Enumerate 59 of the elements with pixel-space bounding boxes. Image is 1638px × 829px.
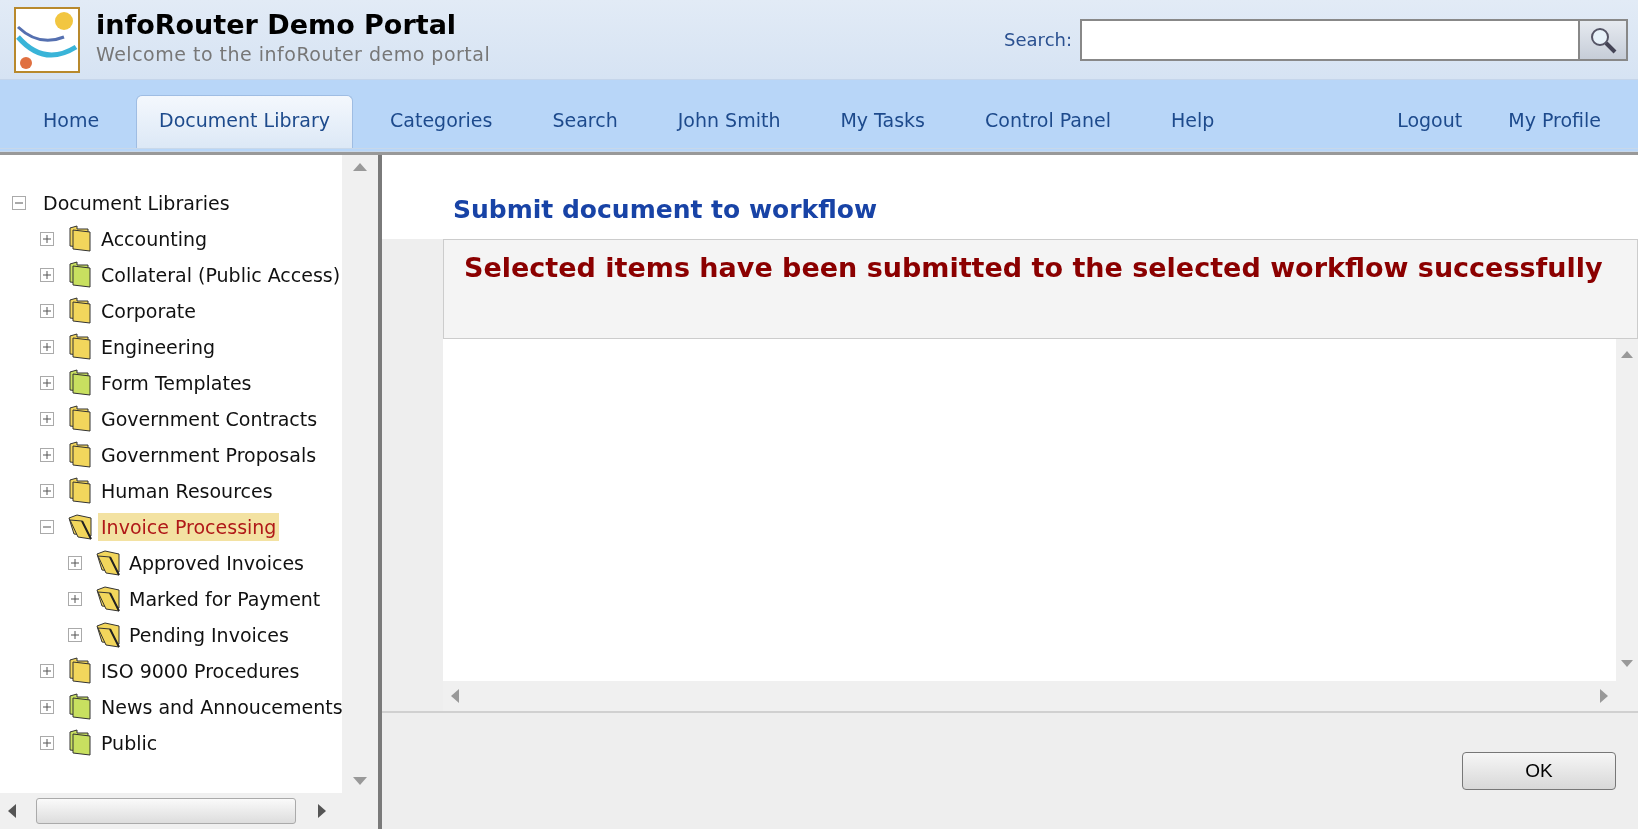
scroll-up-icon[interactable] — [353, 163, 367, 171]
nav-tab[interactable]: Categories — [367, 94, 516, 148]
portal-title: infoRouter Demo Portal — [96, 10, 458, 41]
expand-icon[interactable] — [40, 376, 54, 390]
tree-item[interactable]: Approved Invoices — [126, 548, 307, 578]
expand-icon[interactable] — [40, 412, 54, 426]
tree-item[interactable]: Accounting — [98, 224, 211, 254]
search-button[interactable] — [1578, 18, 1628, 61]
expand-icon[interactable] — [40, 736, 54, 750]
tree-item[interactable]: Marked for Payment — [126, 584, 324, 614]
expand-icon[interactable] — [40, 484, 54, 498]
tree-item[interactable]: Public — [98, 728, 161, 758]
expand-icon[interactable] — [40, 664, 54, 678]
tree-item[interactable]: Engineering — [98, 332, 218, 362]
tree-item[interactable]: Government Proposals — [98, 440, 320, 470]
page-heading: Submit document to workflow — [382, 155, 1638, 239]
expand-icon[interactable] — [68, 592, 82, 606]
ok-button[interactable]: OK — [1462, 752, 1616, 790]
expand-icon[interactable] — [40, 304, 54, 318]
portal-subtitle: Welcome to the infoRouter demo portal — [96, 42, 491, 68]
expand-icon[interactable] — [68, 556, 82, 570]
tree-item[interactable]: ISO 9000 Procedures — [98, 656, 303, 686]
success-message: Selected items have been submitted to the selected workflow successfully — [464, 250, 1604, 285]
scroll-up-icon[interactable] — [1621, 350, 1633, 358]
search-icon — [1589, 25, 1617, 54]
tree-item[interactable]: Government Contracts — [98, 404, 321, 434]
collapse-icon[interactable] — [40, 520, 54, 534]
collapse-icon[interactable] — [12, 196, 26, 210]
logo-icon — [14, 6, 80, 73]
nav-link[interactable]: Logout — [1374, 94, 1486, 148]
expand-icon[interactable] — [40, 700, 54, 714]
expand-icon[interactable] — [40, 232, 54, 246]
nav-tab[interactable]: My Tasks — [817, 94, 949, 148]
tree-item[interactable]: Document Libraries — [40, 188, 233, 218]
nav-tab[interactable]: John Smith — [654, 94, 804, 148]
nav-tab[interactable]: Help — [1148, 94, 1238, 148]
tree-item[interactable]: News and Annoucements — [98, 692, 342, 722]
expand-icon[interactable] — [40, 268, 54, 282]
tree-item[interactable]: Pending Invoices — [126, 620, 292, 650]
tree-item[interactable]: Form Templates — [98, 368, 255, 398]
nav-tab[interactable]: Control Panel — [962, 94, 1134, 148]
search-field[interactable] — [1080, 18, 1578, 61]
expand-icon[interactable] — [68, 628, 82, 642]
tree-item[interactable]: Human Resources — [98, 476, 276, 506]
tree-item[interactable]: Invoice Processing — [98, 512, 280, 542]
scrollbar-thumb[interactable] — [36, 798, 296, 824]
expand-icon[interactable] — [40, 448, 54, 462]
search-label: Search: — [1004, 28, 1072, 52]
scroll-down-icon[interactable] — [353, 777, 367, 785]
tree-item[interactable]: Collateral (Public Access) — [98, 260, 342, 290]
expand-icon[interactable] — [40, 340, 54, 354]
scroll-down-icon[interactable] — [1621, 660, 1633, 667]
nav-link[interactable]: My Profile — [1485, 94, 1624, 148]
nav-tab[interactable]: Home — [20, 94, 123, 148]
scroll-left-icon[interactable] — [8, 804, 16, 818]
nav-tab[interactable]: Document Library — [136, 94, 354, 148]
tree-item[interactable]: Corporate — [98, 296, 199, 326]
scroll-right-icon[interactable] — [318, 804, 326, 818]
nav-tab[interactable]: Search — [529, 94, 641, 148]
